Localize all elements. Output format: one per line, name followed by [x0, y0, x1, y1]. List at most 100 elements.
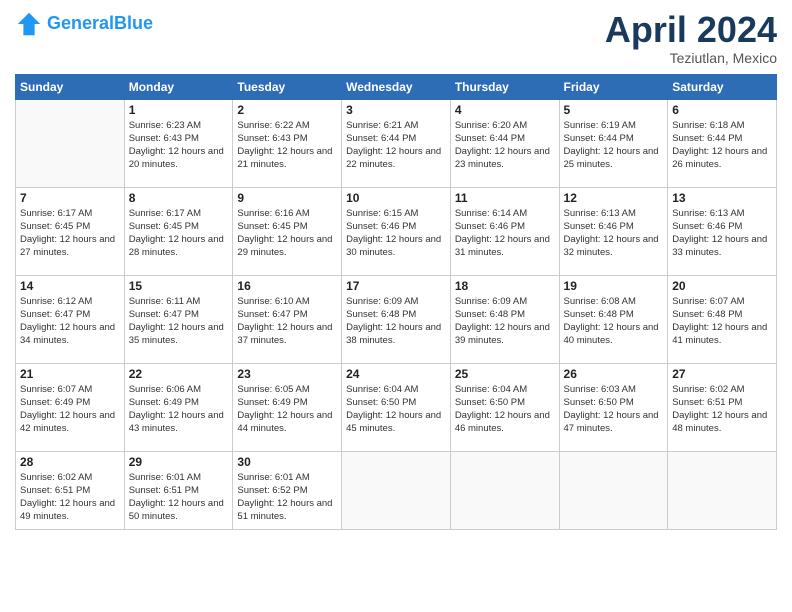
- col-header-saturday: Saturday: [668, 74, 777, 99]
- day-info: Sunrise: 6:06 AMSunset: 6:49 PMDaylight:…: [129, 383, 229, 436]
- col-header-wednesday: Wednesday: [342, 74, 451, 99]
- day-info: Sunrise: 6:15 AMSunset: 6:46 PMDaylight:…: [346, 207, 446, 260]
- location: Teziutlan, Mexico: [605, 50, 777, 66]
- day-number: 13: [672, 191, 772, 205]
- logo-line1: General: [47, 13, 114, 33]
- day-cell: 28Sunrise: 6:02 AMSunset: 6:51 PMDayligh…: [16, 451, 125, 529]
- day-info: Sunrise: 6:08 AMSunset: 6:48 PMDaylight:…: [564, 295, 664, 348]
- day-cell: 29 Sunrise: 6:01 AMSunset: 6:51 PMDayligh…: [124, 451, 233, 529]
- day-number: 9: [237, 191, 337, 205]
- header-row: SundayMondayTuesdayWednesdayThursdayFrid…: [16, 74, 777, 99]
- day-cell: 21 Sunrise: 6:07 AMSunset: 6:49 PMDayligh…: [16, 363, 125, 451]
- col-header-sunday: Sunday: [16, 74, 125, 99]
- day-info: Sunrise: 6:13 AMSunset: 6:46 PMDaylight:…: [564, 207, 664, 260]
- day-info: Sunrise: 6:07 AMSunset: 6:48 PMDaylight:…: [672, 295, 772, 348]
- day-cell: 12Sunrise: 6:13 AMSunset: 6:46 PMDayligh…: [559, 187, 668, 275]
- day-cell: 2 Sunrise: 6:22 AMSunset: 6:43 PMDaylight…: [233, 99, 342, 187]
- week-row-5: 28Sunrise: 6:02 AMSunset: 6:51 PMDayligh…: [16, 451, 777, 529]
- day-cell: 20 Sunrise: 6:07 AMSunset: 6:48 PMDayligh…: [668, 275, 777, 363]
- calendar-table: SundayMondayTuesdayWednesdayThursdayFrid…: [15, 74, 777, 530]
- day-number: 17: [346, 279, 446, 293]
- day-number: 21: [20, 367, 120, 381]
- day-info: Sunrise: 6:01 AMSunset: 6:51 PMDaylight:…: [129, 471, 229, 524]
- day-cell: 18Sunrise: 6:09 AMSunset: 6:48 PMDayligh…: [450, 275, 559, 363]
- day-info: Sunrise: 6:04 AMSunset: 6:50 PMDaylight:…: [346, 383, 446, 436]
- day-cell: [559, 451, 668, 529]
- day-info: Sunrise: 6:12 AMSunset: 6:47 PMDaylight:…: [20, 295, 120, 348]
- day-number: 24: [346, 367, 446, 381]
- day-cell: [450, 451, 559, 529]
- day-number: 25: [455, 367, 555, 381]
- day-info: Sunrise: 6:19 AMSunset: 6:44 PMDaylight:…: [564, 119, 664, 172]
- day-info: Sunrise: 6:02 AMSunset: 6:51 PMDaylight:…: [20, 471, 120, 524]
- day-cell: 9 Sunrise: 6:16 AMSunset: 6:45 PMDaylight…: [233, 187, 342, 275]
- day-info: Sunrise: 6:11 AMSunset: 6:47 PMDaylight:…: [129, 295, 229, 348]
- logo-text: GeneralBlue: [47, 14, 153, 34]
- day-cell: 4 Sunrise: 6:20 AMSunset: 6:44 PMDaylight…: [450, 99, 559, 187]
- day-cell: [16, 99, 125, 187]
- day-cell: 23Sunrise: 6:05 AMSunset: 6:49 PMDayligh…: [233, 363, 342, 451]
- day-info: Sunrise: 6:21 AMSunset: 6:44 PMDaylight:…: [346, 119, 446, 172]
- day-cell: 7Sunrise: 6:17 AMSunset: 6:45 PMDaylight…: [16, 187, 125, 275]
- day-number: 20: [672, 279, 772, 293]
- day-cell: 22 Sunrise: 6:06 AMSunset: 6:49 PMDayligh…: [124, 363, 233, 451]
- day-number: 16: [237, 279, 337, 293]
- day-number: 5: [564, 103, 664, 117]
- header: GeneralBlue April 2024 Teziutlan, Mexico: [15, 10, 777, 66]
- week-row-3: 14Sunrise: 6:12 AMSunset: 6:47 PMDayligh…: [16, 275, 777, 363]
- day-info: Sunrise: 6:20 AMSunset: 6:44 PMDaylight:…: [455, 119, 555, 172]
- day-cell: 17 Sunrise: 6:09 AMSunset: 6:48 PMDayligh…: [342, 275, 451, 363]
- day-info: Sunrise: 6:16 AMSunset: 6:45 PMDaylight:…: [237, 207, 337, 260]
- day-info: Sunrise: 6:04 AMSunset: 6:50 PMDaylight:…: [455, 383, 555, 436]
- day-info: Sunrise: 6:09 AMSunset: 6:48 PMDaylight:…: [346, 295, 446, 348]
- day-cell: [342, 451, 451, 529]
- week-row-1: 1 Sunrise: 6:23 AMSunset: 6:43 PMDaylight…: [16, 99, 777, 187]
- col-header-monday: Monday: [124, 74, 233, 99]
- day-number: 23: [237, 367, 337, 381]
- day-cell: [668, 451, 777, 529]
- day-cell: 6Sunrise: 6:18 AMSunset: 6:44 PMDaylight…: [668, 99, 777, 187]
- day-cell: 5 Sunrise: 6:19 AMSunset: 6:44 PMDaylight…: [559, 99, 668, 187]
- title-block: April 2024 Teziutlan, Mexico: [605, 10, 777, 66]
- logo-icon: [15, 10, 43, 38]
- day-cell: 25 Sunrise: 6:04 AMSunset: 6:50 PMDayligh…: [450, 363, 559, 451]
- col-header-tuesday: Tuesday: [233, 74, 342, 99]
- col-header-thursday: Thursday: [450, 74, 559, 99]
- day-info: Sunrise: 6:18 AMSunset: 6:44 PMDaylight:…: [672, 119, 772, 172]
- day-cell: 3 Sunrise: 6:21 AMSunset: 6:44 PMDaylight…: [342, 99, 451, 187]
- day-cell: 19 Sunrise: 6:08 AMSunset: 6:48 PMDayligh…: [559, 275, 668, 363]
- day-info: Sunrise: 6:07 AMSunset: 6:49 PMDaylight:…: [20, 383, 120, 436]
- day-number: 22: [129, 367, 229, 381]
- day-info: Sunrise: 6:23 AMSunset: 6:43 PMDaylight:…: [129, 119, 229, 172]
- day-number: 26: [564, 367, 664, 381]
- day-cell: 13Sunrise: 6:13 AMSunset: 6:46 PMDayligh…: [668, 187, 777, 275]
- day-number: 4: [455, 103, 555, 117]
- day-number: 29: [129, 455, 229, 469]
- day-number: 18: [455, 279, 555, 293]
- day-cell: 30Sunrise: 6:01 AMSunset: 6:52 PMDayligh…: [233, 451, 342, 529]
- day-cell: 26 Sunrise: 6:03 AMSunset: 6:50 PMDayligh…: [559, 363, 668, 451]
- day-number: 10: [346, 191, 446, 205]
- month-title: April 2024: [605, 10, 777, 50]
- day-info: Sunrise: 6:14 AMSunset: 6:46 PMDaylight:…: [455, 207, 555, 260]
- day-cell: 1 Sunrise: 6:23 AMSunset: 6:43 PMDaylight…: [124, 99, 233, 187]
- day-info: Sunrise: 6:02 AMSunset: 6:51 PMDaylight:…: [672, 383, 772, 436]
- day-number: 2: [237, 103, 337, 117]
- day-number: 11: [455, 191, 555, 205]
- day-number: 8: [129, 191, 229, 205]
- day-info: Sunrise: 6:10 AMSunset: 6:47 PMDaylight:…: [237, 295, 337, 348]
- col-header-friday: Friday: [559, 74, 668, 99]
- day-cell: 15Sunrise: 6:11 AMSunset: 6:47 PMDayligh…: [124, 275, 233, 363]
- day-number: 27: [672, 367, 772, 381]
- day-number: 3: [346, 103, 446, 117]
- day-cell: 14Sunrise: 6:12 AMSunset: 6:47 PMDayligh…: [16, 275, 125, 363]
- week-row-4: 21 Sunrise: 6:07 AMSunset: 6:49 PMDayligh…: [16, 363, 777, 451]
- day-number: 1: [129, 103, 229, 117]
- day-cell: 27 Sunrise: 6:02 AMSunset: 6:51 PMDayligh…: [668, 363, 777, 451]
- day-info: Sunrise: 6:01 AMSunset: 6:52 PMDaylight:…: [237, 471, 337, 524]
- day-cell: 24 Sunrise: 6:04 AMSunset: 6:50 PMDayligh…: [342, 363, 451, 451]
- logo: GeneralBlue: [15, 10, 153, 38]
- day-info: Sunrise: 6:22 AMSunset: 6:43 PMDaylight:…: [237, 119, 337, 172]
- day-info: Sunrise: 6:03 AMSunset: 6:50 PMDaylight:…: [564, 383, 664, 436]
- day-number: 19: [564, 279, 664, 293]
